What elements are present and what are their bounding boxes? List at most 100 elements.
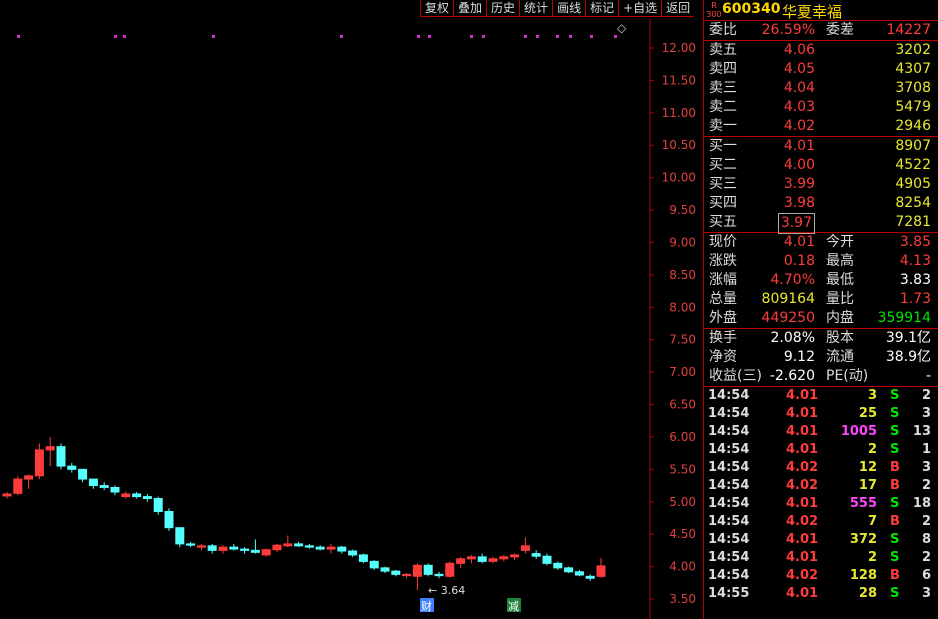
- tick-volume: 372: [849, 532, 877, 547]
- sell-price: 4.05: [783, 61, 815, 77]
- candle: [348, 550, 358, 556]
- toolbar-button-3[interactable]: 统计: [519, 0, 553, 17]
- toolbar-button-0[interactable]: 复权: [420, 0, 454, 17]
- tick-list[interactable]: 14:54 4.01 3 S 2 14:54 4.01 25 S 3 14:54 4.01 1005 S 1…: [704, 386, 938, 603]
- tick-count: 6: [921, 568, 931, 583]
- tick-direction: S: [890, 388, 900, 403]
- weibi-label: 委比: [709, 22, 737, 38]
- candle: [294, 543, 304, 547]
- tick-row: 14:54 4.02 7 B 2: [704, 513, 938, 531]
- candle: [110, 487, 120, 493]
- tick-count: 2: [921, 550, 931, 565]
- candle: [99, 485, 109, 489]
- sell-price: 4.03: [783, 99, 815, 115]
- tick-direction: S: [890, 442, 900, 457]
- stat-value: 3.83: [899, 272, 931, 288]
- candle: [337, 546, 347, 552]
- fund-label: 收益(三): [709, 368, 762, 384]
- toolbar-button-7[interactable]: 返回: [661, 0, 695, 17]
- chart-toolbar: 复权 叠加 历史 统计 画线 标记 +自选 返回: [420, 0, 695, 17]
- candle: [283, 543, 293, 547]
- y-axis: 12.00 11.50 11.00 10.50 10.00 9.50 9.00 8.50 8.0…: [650, 41, 696, 606]
- tick-time: 14:55: [708, 586, 750, 601]
- sell-row: 卖四 4.05 4307: [704, 60, 938, 79]
- candle: [250, 549, 260, 553]
- tick-row: 14:54 4.01 372 S 8: [704, 531, 938, 549]
- y-tick-label: 7.50: [669, 333, 696, 347]
- tick-price: 4.02: [786, 514, 819, 529]
- toolbar-button-6[interactable]: +自选: [618, 0, 662, 17]
- toolbar-button-1[interactable]: 叠加: [453, 0, 487, 17]
- candle: [153, 498, 163, 512]
- stat-label: 最高: [826, 253, 854, 269]
- candle: [56, 446, 66, 467]
- stat-label: 量比: [826, 291, 854, 307]
- tick-price: 4.01: [786, 532, 819, 547]
- buy-level-label: 买一: [709, 138, 737, 154]
- weibi-row: 委比 26.59% 委差 14227: [704, 21, 938, 40]
- sell-level-label: 卖二: [709, 99, 737, 115]
- candle: [121, 493, 131, 498]
- fund-value: -: [925, 368, 931, 384]
- signal-dot: [614, 35, 617, 38]
- weicha-value: 14227: [886, 22, 931, 38]
- fund-label: PE(动): [826, 368, 869, 384]
- stock-code[interactable]: 600340: [722, 1, 780, 17]
- stat-label: 外盘: [709, 310, 737, 326]
- reduce-tag[interactable]: 减: [508, 600, 519, 613]
- fund-row: 净资 9.12 流通 38.9亿: [704, 348, 938, 367]
- tick-time: 14:54: [708, 550, 750, 565]
- y-tick-label: 10.50: [662, 138, 696, 152]
- finance-tag[interactable]: 财: [421, 599, 432, 613]
- signal-dot: [482, 35, 485, 38]
- tick-direction: S: [890, 550, 900, 565]
- diamond-icon[interactable]: ◇: [617, 21, 627, 35]
- sell-price: 4.06: [783, 42, 815, 58]
- toolbar-button-4[interactable]: 画线: [552, 0, 586, 17]
- stat-value: 4.01: [783, 234, 815, 250]
- tick-direction: S: [890, 586, 900, 601]
- sell-level-label: 卖四: [709, 61, 737, 77]
- toolbar-button-2[interactable]: 历史: [486, 0, 520, 17]
- tick-volume: 2: [867, 550, 877, 565]
- candle: [196, 545, 206, 548]
- tick-direction: B: [890, 568, 900, 583]
- tick-price: 4.01: [786, 424, 819, 439]
- sell-level-label: 卖五: [709, 42, 737, 58]
- fund-value: 2.08%: [770, 330, 815, 346]
- tick-count: 2: [921, 478, 931, 493]
- weibi-value: 26.59%: [761, 22, 815, 38]
- buy-price: 3.98: [783, 195, 815, 211]
- fund-value: 38.9亿: [885, 349, 931, 365]
- tick-volume: 2: [867, 442, 877, 457]
- toolbar-button-5[interactable]: 标记: [585, 0, 619, 17]
- signal-dot: [569, 35, 572, 38]
- sell-row: 卖三 4.04 3708: [704, 79, 938, 98]
- signal-dot: [590, 35, 593, 38]
- candle: [380, 567, 390, 572]
- y-tick-label: 5.00: [669, 495, 696, 509]
- tick-volume: 12: [858, 460, 877, 475]
- sell-row: 卖二 4.03 5479: [704, 98, 938, 117]
- signal-dot: [17, 35, 20, 38]
- sell-volume: 3202: [895, 42, 931, 58]
- buy-row: 买三 3.99 4905: [704, 175, 938, 194]
- candle: [24, 475, 34, 480]
- sell-volume: 3708: [895, 80, 931, 96]
- candle: [358, 554, 368, 562]
- buy-price: 3.97: [777, 213, 815, 234]
- kline-chart[interactable]: 12.00 11.50 11.00 10.50 10.00 9.50 9.00 8.50 8.0…: [0, 0, 700, 619]
- tick-count: 3: [921, 586, 931, 601]
- candles: [2, 436, 606, 590]
- buy-row: 买一 4.01 8907: [704, 137, 938, 156]
- tick-row: 14:54 4.01 2 S 2: [704, 549, 938, 567]
- fund-value: 39.1亿: [885, 330, 931, 346]
- buy-price: 4.01: [783, 138, 815, 154]
- tick-volume: 28: [858, 586, 877, 601]
- buy-volume: 4905: [895, 176, 931, 192]
- tick-volume: 17: [858, 478, 877, 493]
- stock-name[interactable]: 华夏幸福: [782, 1, 842, 22]
- tick-count: 13: [912, 424, 931, 439]
- tick-price: 4.02: [786, 460, 819, 475]
- signal-dot: [340, 35, 343, 38]
